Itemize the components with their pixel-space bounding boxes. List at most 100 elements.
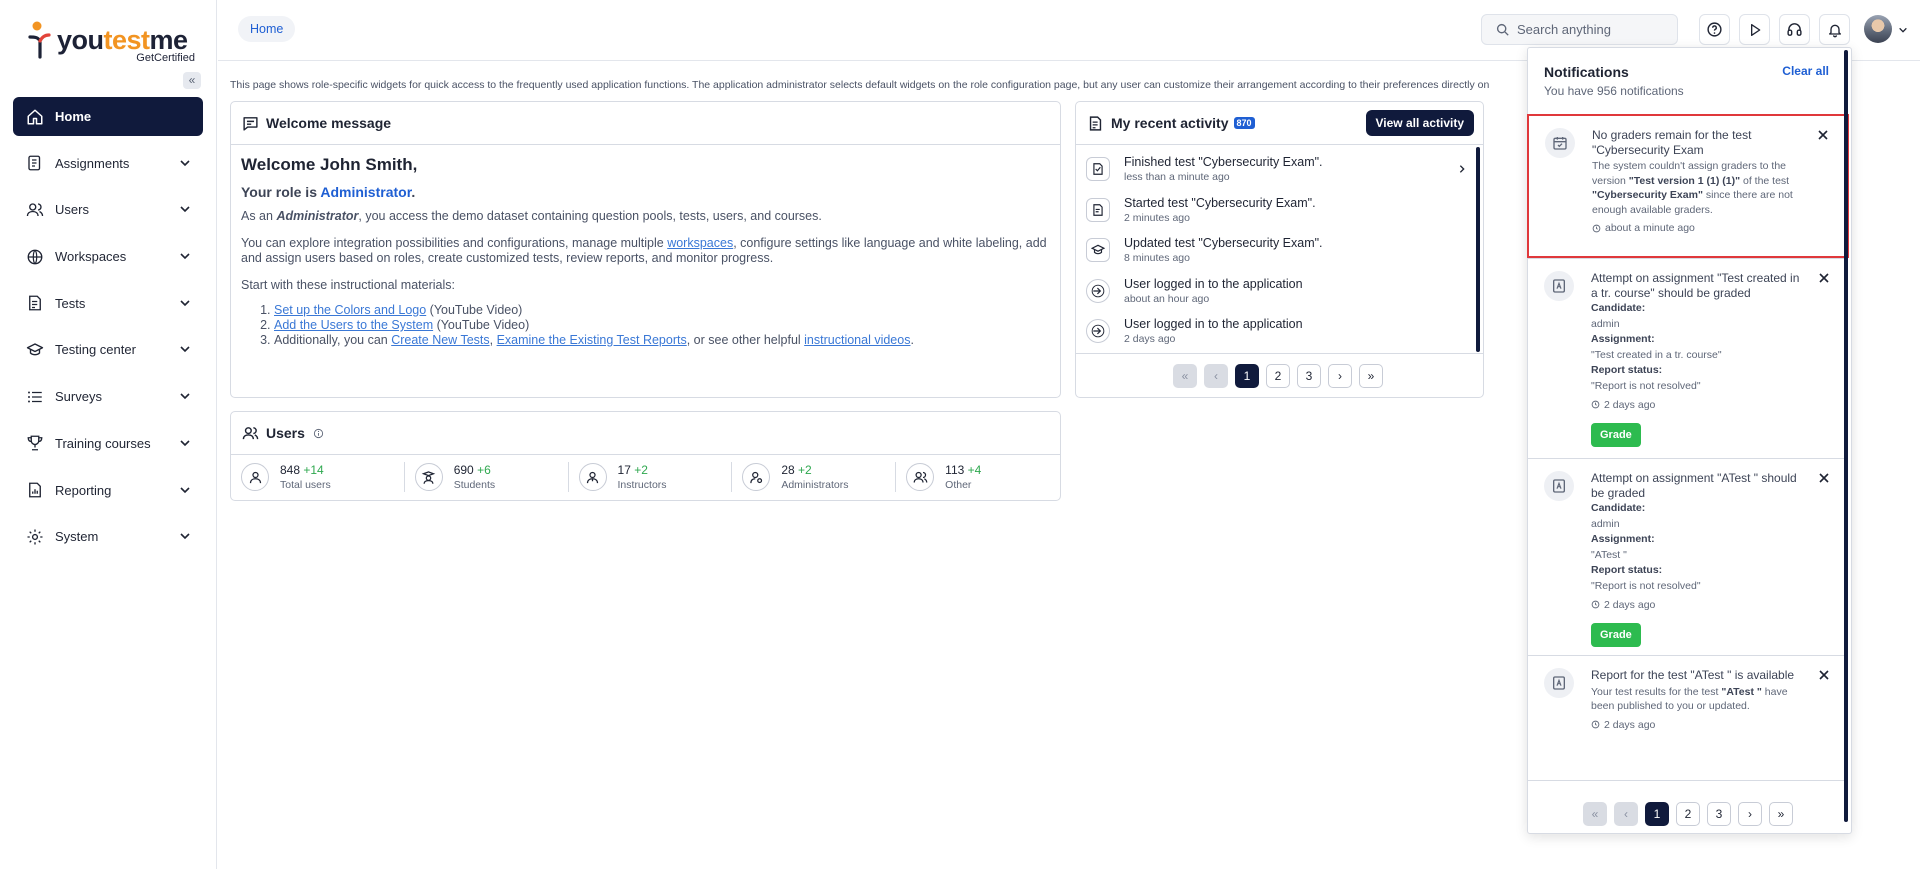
recent-activity-widget: My recent activity 870 View all activity… [1075, 101, 1484, 398]
sidebar-item-home[interactable]: Home [13, 97, 203, 136]
notifications-button[interactable] [1819, 14, 1850, 45]
first-page-button[interactable]: « [1173, 364, 1197, 388]
stat-students[interactable]: 690 +6 Students [405, 462, 569, 492]
support-button[interactable] [1779, 14, 1810, 45]
chevron-right-icon[interactable] [1457, 164, 1467, 174]
close-icon[interactable] [1817, 271, 1831, 285]
colors-logo-link[interactable]: Set up the Colors and Logo [274, 303, 426, 317]
page-button[interactable]: 3 [1297, 364, 1321, 388]
notification-title: Attempt on assignment "Test created in a… [1591, 271, 1800, 300]
prev-page-button[interactable]: ‹ [1204, 364, 1228, 388]
prev-page-button[interactable]: ‹ [1614, 802, 1638, 826]
sidebar-item-training-courses[interactable]: Training courses [13, 424, 203, 463]
activity-header-title: My recent activity [1111, 115, 1229, 131]
stat-instructors[interactable]: 17 +2 Instructors [569, 462, 733, 492]
notifications-title: Notifications [1544, 64, 1629, 80]
sidebar-item-label: Users [55, 202, 89, 218]
page-button[interactable]: 2 [1266, 364, 1290, 388]
stat-administrators[interactable]: 28 +2 Administrators [732, 462, 897, 492]
activity-count-badge: 870 [1233, 117, 1255, 129]
search-input[interactable] [1517, 22, 1667, 37]
chevron-down-icon [180, 346, 190, 353]
page-button[interactable]: 3 [1707, 802, 1731, 826]
grade-button[interactable]: Grade [1591, 422, 1641, 447]
notification-item[interactable]: Attempt on assignment "Test created in a… [1528, 258, 1848, 457]
next-page-button[interactable]: › [1328, 364, 1352, 388]
chevron-down-icon[interactable] [1898, 25, 1908, 35]
first-page-button[interactable]: « [1583, 802, 1607, 826]
view-all-activity-button[interactable]: View all activity [1365, 110, 1474, 136]
help-button[interactable] [1699, 14, 1730, 45]
notification-item[interactable]: No graders remain for the test "Cybersec… [1527, 114, 1849, 258]
notification-content: Attempt on assignment "Test created in a… [1591, 271, 1801, 447]
close-icon[interactable] [1817, 668, 1831, 682]
sidebar-item-system[interactable]: System [13, 517, 203, 556]
search-box[interactable] [1481, 14, 1678, 45]
page-button[interactable]: 1 [1235, 364, 1259, 388]
sidebar-item-users[interactable]: Users [13, 190, 203, 229]
last-page-button[interactable]: » [1359, 364, 1383, 388]
chevron-down-icon [180, 253, 190, 260]
grade-button[interactable]: Grade [1591, 622, 1641, 647]
message-icon [243, 116, 258, 131]
bell-icon [1828, 24, 1841, 37]
sidebar-item-tests[interactable]: Tests [13, 284, 203, 323]
activity-time: about an hour ago [1124, 292, 1210, 305]
info-icon[interactable] [313, 428, 324, 439]
notification-content: No graders remain for the test "Cybersec… [1592, 128, 1802, 234]
activity-item[interactable]: User logged in to the application about a… [1076, 271, 1483, 312]
started-test-icon [1086, 197, 1110, 222]
workspaces-link[interactable]: workspaces [667, 236, 733, 250]
page-button[interactable]: 2 [1676, 802, 1700, 826]
close-icon[interactable] [1816, 128, 1830, 142]
notification-item[interactable]: Report for the test "ATest " is availabl… [1528, 655, 1848, 768]
play-button[interactable] [1739, 14, 1770, 45]
collapse-sidebar-button[interactable]: « [183, 72, 201, 89]
chevron-down-icon [180, 206, 190, 213]
sidebar-item-label: Surveys [55, 389, 102, 405]
sidebar-item-label: Tests [55, 295, 86, 311]
activity-item[interactable]: Started test "Cybersecurity Exam". 2 minu… [1076, 190, 1483, 231]
notifications-scrollbar[interactable] [1844, 50, 1848, 822]
welcome-paragraph-1: As an Administrator, you access the demo… [241, 209, 822, 223]
create-tests-link[interactable]: Create New Tests [391, 333, 489, 347]
instructional-videos-link[interactable]: instructional videos [804, 333, 910, 347]
group-icon [906, 463, 935, 491]
headset-icon [1787, 23, 1802, 36]
assignment-icon [1544, 271, 1574, 301]
last-page-button[interactable]: » [1769, 802, 1793, 826]
activity-time: less than a minute ago [1124, 171, 1230, 184]
stat-other[interactable]: 113 +4 Other [896, 462, 1060, 492]
help-icon [1707, 22, 1722, 37]
breadcrumb-home[interactable]: Home [238, 16, 296, 42]
close-icon[interactable] [1817, 471, 1831, 485]
activity-title: Finished test "Cybersecurity Exam". [1124, 155, 1323, 170]
activity-item[interactable]: Updated test "Cybersecurity Exam". 8 minu… [1076, 230, 1483, 271]
clock-icon [1592, 224, 1601, 233]
tests-icon [29, 295, 41, 311]
sidebar-item-label: System [55, 529, 99, 545]
clear-all-button[interactable]: Clear all [1782, 64, 1829, 78]
sidebar-item-reporting[interactable]: Reporting [13, 471, 203, 510]
sidebar-item-assignments[interactable]: Assignments [13, 144, 203, 183]
activity-title: User logged in to the application [1124, 317, 1303, 332]
logo[interactable]: youtestme GetCertified [28, 20, 198, 66]
sidebar-item-workspaces[interactable]: Workspaces [13, 237, 203, 276]
activity-time: 8 minutes ago [1124, 252, 1190, 265]
add-users-link[interactable]: Add the Users to the System [274, 318, 433, 332]
assignment-icon [1544, 471, 1574, 501]
sidebar-item-testing-center[interactable]: Testing center [13, 330, 203, 369]
avatar[interactable] [1864, 15, 1892, 43]
sidebar-item-surveys[interactable]: Surveys [13, 377, 203, 416]
welcome-widget: Welcome message Welcome John Smith, Your… [230, 101, 1061, 398]
activity-item[interactable]: User logged in to the application 2 days … [1076, 311, 1483, 352]
home-icon [27, 109, 43, 124]
welcome-paragraph-2: You can explore integration possibilitie… [241, 236, 1047, 265]
notification-title: Report for the test "ATest " is availabl… [1591, 668, 1795, 682]
activity-item[interactable]: Finished test "Cybersecurity Exam". less … [1076, 149, 1483, 190]
notification-item[interactable]: Attempt on assignment "ATest " should be… [1528, 458, 1848, 655]
stat-total-users[interactable]: 848 +14 Total users [241, 462, 405, 492]
test-reports-link[interactable]: Examine the Existing Test Reports [497, 333, 687, 347]
next-page-button[interactable]: › [1738, 802, 1762, 826]
page-button[interactable]: 1 [1645, 802, 1669, 826]
